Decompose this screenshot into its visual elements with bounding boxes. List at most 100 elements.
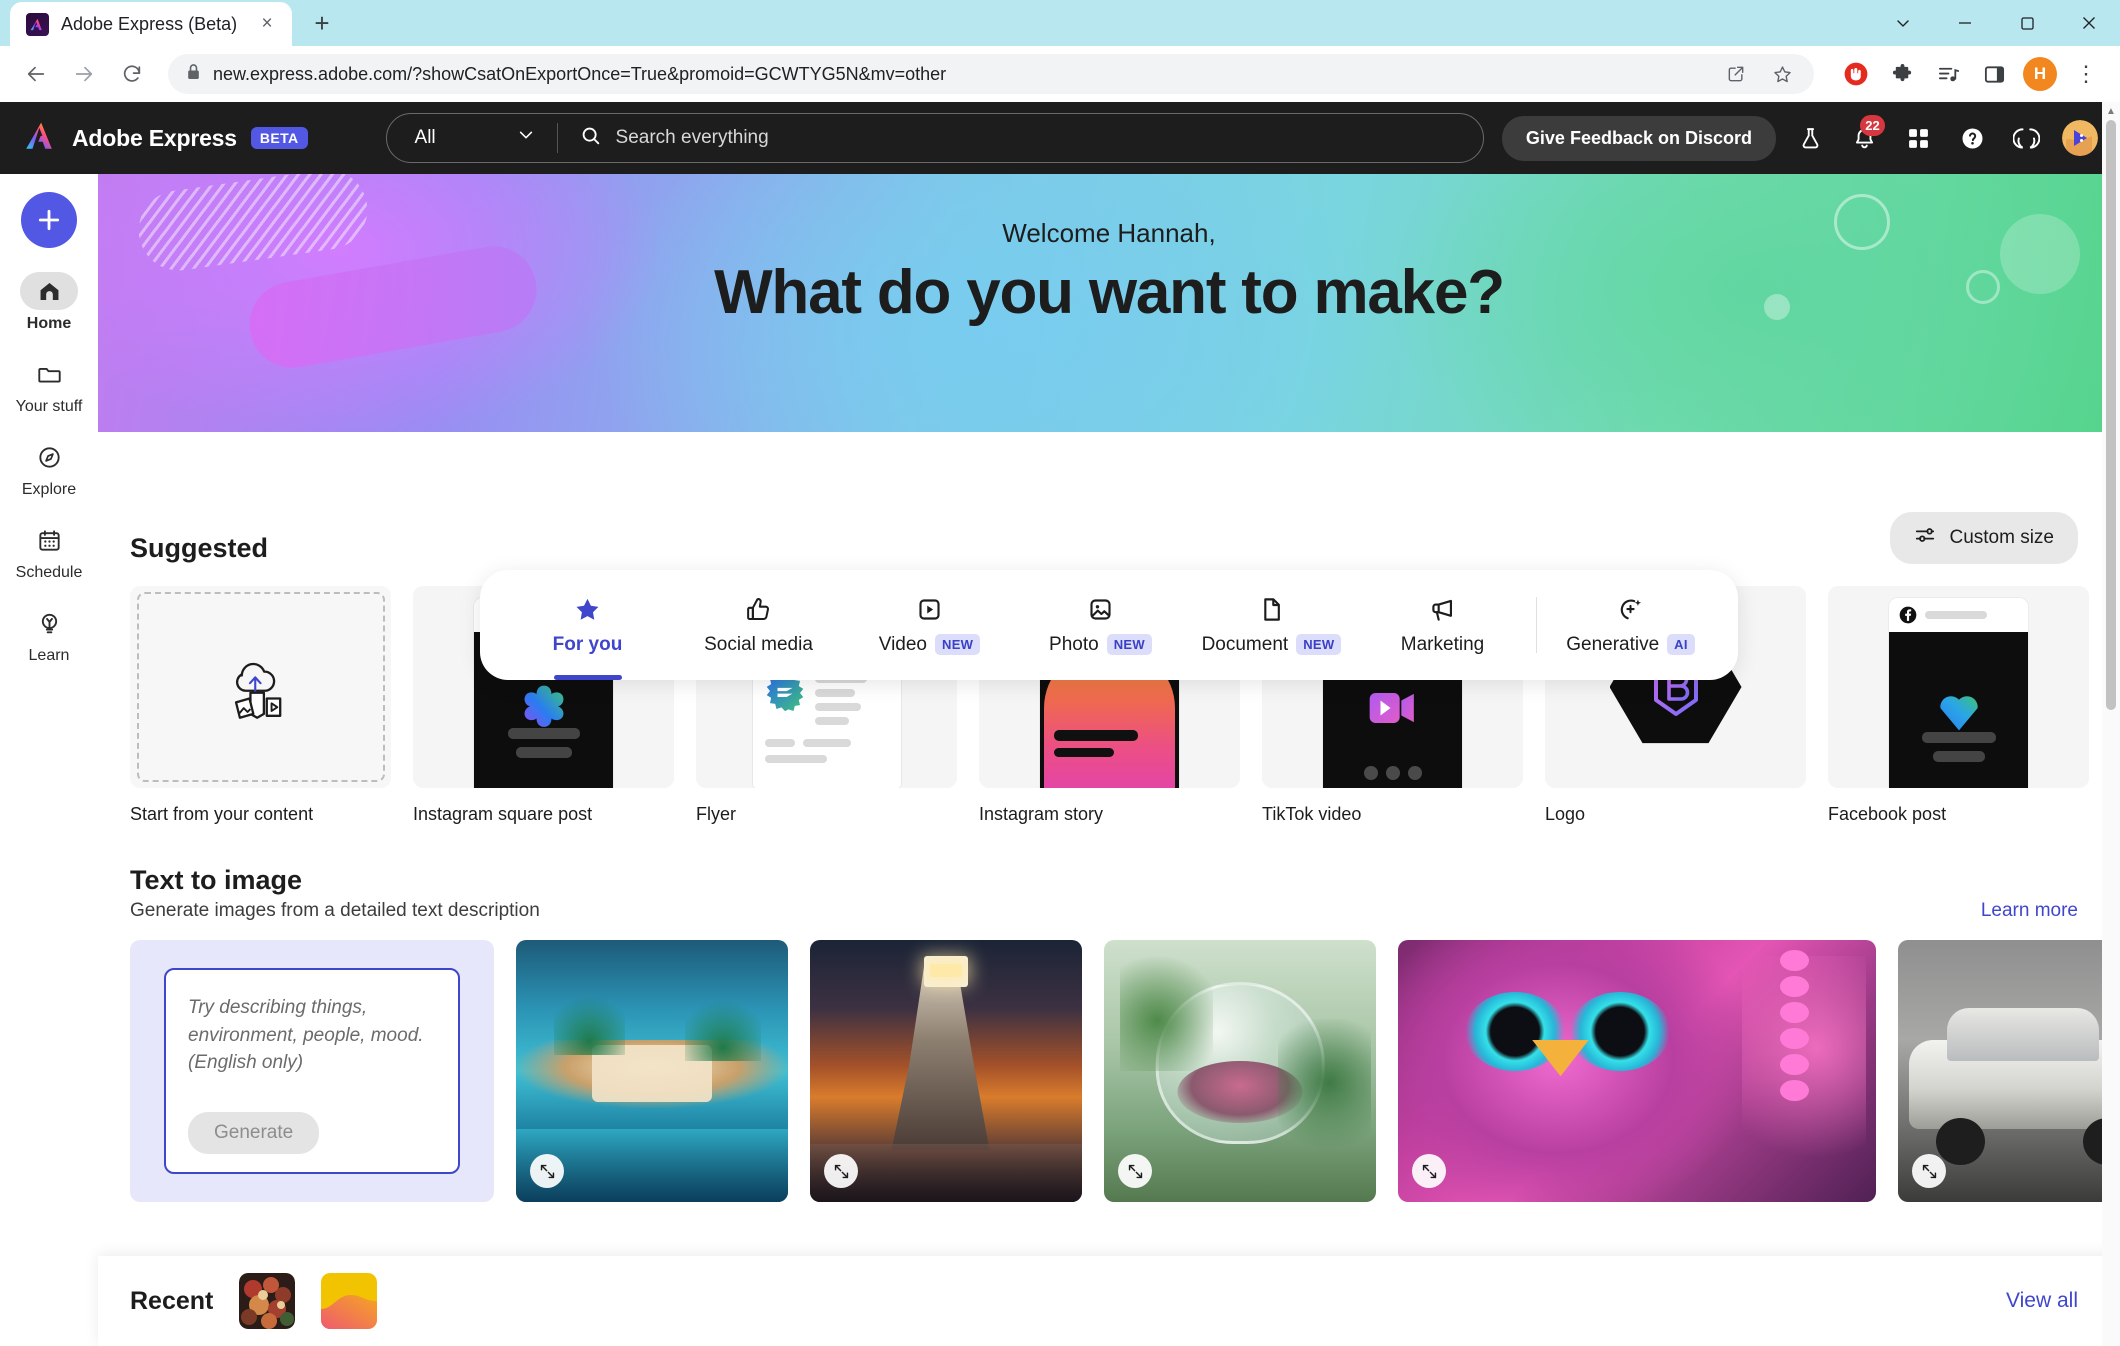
custom-size-label: Custom size bbox=[1949, 527, 2054, 549]
custom-size-button[interactable]: Custom size bbox=[1890, 512, 2078, 564]
brand[interactable]: Adobe Express BETA bbox=[24, 119, 308, 158]
suggested-card-facebook-post[interactable]: Facebook post bbox=[1828, 586, 2089, 825]
app-grid-icon[interactable] bbox=[1898, 118, 1938, 158]
text-to-image-header: Text to image Generate images from a det… bbox=[130, 865, 2120, 922]
preview-canvas bbox=[1889, 632, 2028, 788]
learn-more-link[interactable]: Learn more bbox=[1981, 900, 2078, 922]
scrollbar-thumb[interactable] bbox=[2106, 120, 2116, 710]
prompt-input-box[interactable]: Try describing things, environment, peop… bbox=[164, 968, 460, 1174]
beta-badge: BETA bbox=[251, 127, 308, 149]
close-tab-icon[interactable]: × bbox=[254, 11, 280, 37]
suggested-title: Suggested bbox=[130, 533, 268, 564]
tab-video[interactable]: VideoNEW bbox=[844, 570, 1015, 680]
brand-name: Adobe Express bbox=[72, 125, 237, 152]
tab-search-chevron-icon[interactable] bbox=[1872, 0, 1934, 46]
browser-menu-icon[interactable]: ⋮ bbox=[2066, 54, 2106, 94]
skeleton-line bbox=[765, 755, 827, 763]
sidebar-label-home: Home bbox=[27, 315, 71, 333]
sample-image-neon-pink-owl[interactable] bbox=[1398, 940, 1876, 1202]
search-bar[interactable]: All Search everything bbox=[386, 113, 1484, 163]
app-header: Adobe Express BETA All Search everything bbox=[0, 102, 2120, 174]
recent-item-yellow-orange-gradient[interactable] bbox=[321, 1273, 377, 1329]
notifications-bell-icon[interactable]: 22 bbox=[1844, 118, 1884, 158]
creative-cloud-icon[interactable] bbox=[2006, 118, 2046, 158]
adobe-express-logo-icon bbox=[24, 119, 58, 158]
sample-image-classic-white-car[interactable] bbox=[1898, 940, 2120, 1202]
sample-image-tropical-island-resort[interactable] bbox=[516, 940, 788, 1202]
skeleton-line bbox=[815, 689, 855, 697]
browser-window: Adobe Express (Beta) × + bbox=[0, 0, 2120, 1346]
browser-profile-avatar[interactable]: H bbox=[2020, 54, 2060, 94]
maximize-button[interactable] bbox=[1996, 0, 2058, 46]
sidebar-item-schedule[interactable]: Schedule bbox=[6, 515, 92, 596]
forward-icon[interactable] bbox=[62, 52, 106, 96]
new-badge: NEW bbox=[1296, 634, 1341, 655]
search-icon bbox=[580, 125, 602, 152]
card-label: Logo bbox=[1545, 804, 1806, 825]
tab-label: PhotoNEW bbox=[1049, 634, 1152, 656]
card-thumbnail bbox=[130, 586, 391, 788]
sidebar-item-home[interactable]: Home bbox=[6, 266, 92, 347]
side-panel-icon[interactable] bbox=[1974, 54, 2014, 94]
sample-image-lighthouse-cliff-sunset[interactable] bbox=[810, 940, 1082, 1202]
page-scrollbar[interactable]: ▲ bbox=[2102, 102, 2120, 1346]
help-icon[interactable] bbox=[1952, 118, 1992, 158]
expand-icon[interactable] bbox=[1412, 1154, 1446, 1188]
suggested-card-start-from-your-content[interactable]: Start from your content bbox=[130, 586, 391, 825]
skeleton-line bbox=[803, 739, 851, 747]
expand-icon[interactable] bbox=[1118, 1154, 1152, 1188]
tab-label: VideoNEW bbox=[879, 634, 981, 656]
sidebar-item-your-stuff[interactable]: Your stuff bbox=[6, 349, 92, 430]
tab-for-you[interactable]: For you bbox=[502, 570, 673, 680]
skeleton-line bbox=[508, 728, 580, 739]
address-bar[interactable]: new.express.adobe.com/?showCsatOnExportO… bbox=[168, 54, 1814, 94]
give-feedback-on-discord-button[interactable]: Give Feedback on Discord bbox=[1502, 116, 1776, 161]
sidebar-label-explore: Explore bbox=[22, 481, 76, 499]
text-to-image-subtitle: Generate images from a detailed text des… bbox=[130, 900, 540, 922]
card-label: Instagram square post bbox=[413, 804, 674, 825]
scroll-up-arrow[interactable]: ▲ bbox=[2102, 102, 2120, 120]
search-input[interactable]: Search everything bbox=[558, 125, 1483, 152]
sidebar-item-learn[interactable]: Learn bbox=[6, 598, 92, 679]
browser-tab[interactable]: Adobe Express (Beta) × bbox=[10, 2, 292, 46]
expand-icon[interactable] bbox=[824, 1154, 858, 1188]
app-body: Home Your stuff Explore bbox=[0, 174, 2120, 1346]
decor-blob-6 bbox=[2000, 214, 2080, 294]
extensions-icon[interactable] bbox=[1882, 54, 1922, 94]
tab-document[interactable]: DocumentNEW bbox=[1186, 570, 1357, 680]
close-window-button[interactable] bbox=[2058, 0, 2120, 46]
search-category-select[interactable]: All bbox=[387, 114, 557, 162]
decor-blob-3 bbox=[1834, 194, 1890, 250]
tab-social-media[interactable]: Social media bbox=[673, 570, 844, 680]
media-list-icon[interactable] bbox=[1928, 54, 1968, 94]
generate-button[interactable]: Generate bbox=[188, 1112, 319, 1154]
heart-icon bbox=[1933, 684, 1985, 736]
share-icon[interactable] bbox=[1714, 52, 1758, 96]
recent-item-floral-still-life[interactable] bbox=[239, 1273, 295, 1329]
extension-icons: H ⋮ bbox=[1828, 54, 2106, 94]
user-avatar[interactable] bbox=[2060, 118, 2100, 158]
text-to-image-prompt-card[interactable]: Try describing things, environment, peop… bbox=[130, 940, 494, 1202]
tab-generative[interactable]: GenerativeAI bbox=[1545, 570, 1716, 680]
adblock-icon[interactable] bbox=[1836, 54, 1876, 94]
prompt-placeholder: Try describing things, environment, peop… bbox=[188, 994, 436, 1077]
create-new-button[interactable] bbox=[21, 192, 77, 248]
sample-image-terrarium-jar-plants[interactable] bbox=[1104, 940, 1376, 1202]
view-all-link[interactable]: View all bbox=[2006, 1289, 2078, 1313]
card-label: Start from your content bbox=[130, 804, 391, 825]
bookmark-star-icon[interactable] bbox=[1760, 52, 1804, 96]
expand-icon[interactable] bbox=[1912, 1154, 1946, 1188]
reload-icon[interactable] bbox=[110, 52, 154, 96]
beaker-icon[interactable] bbox=[1790, 118, 1830, 158]
tab-marketing[interactable]: Marketing bbox=[1357, 570, 1528, 680]
star-icon bbox=[574, 595, 601, 625]
sidebar-label-learn: Learn bbox=[29, 647, 70, 665]
expand-icon[interactable] bbox=[530, 1154, 564, 1188]
text-to-image-heading-group: Text to image Generate images from a det… bbox=[130, 865, 540, 922]
tab-photo[interactable]: PhotoNEW bbox=[1015, 570, 1186, 680]
upload-cloud-icon bbox=[213, 639, 309, 735]
sidebar-item-explore[interactable]: Explore bbox=[6, 432, 92, 513]
back-icon[interactable] bbox=[14, 52, 58, 96]
minimize-button[interactable] bbox=[1934, 0, 1996, 46]
new-tab-button[interactable]: + bbox=[302, 3, 342, 43]
